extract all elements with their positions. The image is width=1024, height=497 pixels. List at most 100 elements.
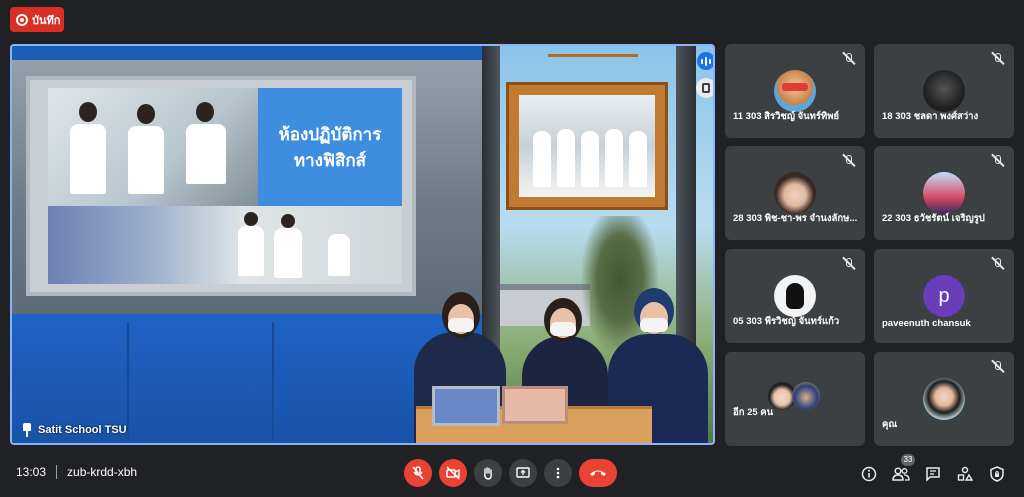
participant-count-badge: 33 [901,454,915,466]
meeting-code: zub-krdd-xbh [67,465,138,479]
hand-icon [484,467,492,480]
dog-avatar [774,70,816,112]
self-avatar [923,378,965,420]
face-mask [550,322,576,336]
mic-off-icon [412,466,424,480]
chat-button[interactable] [923,464,943,484]
mic-off-icon [841,256,857,272]
pin-glyph [702,83,710,93]
mic-off-icon [990,256,1006,272]
laptop [432,386,500,426]
student-figure [128,126,164,194]
participant-name: 18 303 ชลดา พงศ์สว่าง [882,111,979,122]
lab-photo-students [48,88,258,208]
student-figure [274,228,302,278]
participant-name: 05 303 พีรวิชญ์ จันทร์แก้ว [733,316,840,327]
slide-title-panel: ห้องปฏิบัติการ ทางฟิสิกส์ [258,88,402,208]
mic-off-icon [841,51,857,67]
camera-off-icon [446,466,460,480]
more-vert-icon [556,467,560,479]
shield-lock-icon [990,466,1004,482]
student-figure [238,226,264,276]
participant-tile[interactable]: p paveenuth chansuk [874,249,1014,343]
backdrop-band [12,46,482,60]
control-bar: 13:03 zub-krdd-xbh 33 [0,452,1024,497]
level-bar [705,56,707,66]
student-figure [533,131,551,187]
mic-off-icon [990,359,1006,375]
picture-frame [506,82,668,210]
participant-name: 22 303 ธวัชรัตน์ เจริญรูป [882,213,985,224]
panel-divider [272,322,274,440]
participants-button[interactable] [891,464,911,484]
participant-tile[interactable]: 18 303 ชลดา พงศ์สว่าง [874,44,1014,138]
shapes-icon [957,466,973,481]
mask-figure [786,283,804,309]
activities-button[interactable] [955,464,975,484]
host-controls-button[interactable] [987,464,1007,484]
slide: ห้องปฏิบัติการ ทางฟิสิกส์ [48,88,402,284]
mask-avatar [774,275,816,317]
presenter-name-label: Satit School TSU [14,419,135,441]
chat-icon [926,467,940,482]
mic-off-icon [990,153,1006,169]
slide-title-line2: ทางฟิสิกส์ [293,151,367,170]
participant-tile-others[interactable]: อีก 25 คน [725,352,865,446]
more-options-button[interactable] [544,459,572,487]
participant-tile[interactable]: 22 303 ธวัชรัตน์ เจริญรูป [874,146,1014,240]
record-icon [16,13,28,26]
level-bar [709,58,711,64]
face-mask [640,318,668,332]
photo-avatar [774,172,816,214]
presenter-name: Satit School TSU [38,424,127,436]
camera-toggle-button[interactable] [439,459,467,487]
raise-hand-button[interactable] [474,459,502,487]
recording-badge[interactable]: บันทึก [10,7,64,32]
student-figure [186,124,226,184]
character-avatar [923,70,965,112]
mic-off-icon [990,51,1006,67]
lab-photo-classroom [48,206,402,284]
main-video-tile[interactable]: ห้องปฏิบัติการ ทางฟิสิกส์ Satit School T… [10,44,715,445]
photo-avatar [923,172,965,214]
student-head [196,102,214,122]
student-figure [328,234,350,276]
student-head [244,212,258,226]
divider [56,465,58,479]
microphone-toggle-button[interactable] [404,459,432,487]
student-figure [629,131,647,187]
others-count-label: อีก 25 คน [733,407,774,418]
participant-tile-self[interactable]: คุณ [874,352,1014,446]
speaking-indicator-icon [697,52,713,70]
meeting-details-button[interactable] [859,464,879,484]
participant-name: คุณ [882,419,898,430]
student-figure [581,131,599,187]
participant-name: 28 303 พิช-ชา-พร จำนงลักษ... [733,213,858,224]
studio-backdrop: ห้องปฏิบัติการ ทางฟิสิกส์ [12,46,482,443]
participant-tile[interactable]: 11 303 สิรวิชญ์ จันทร์ทิพย์ [725,44,865,138]
hang-up-icon [590,470,606,476]
pin-tile-icon[interactable] [696,78,713,98]
face-mask [448,318,474,332]
pin-icon [22,423,32,437]
participant-tile[interactable]: 05 303 พีรวิชญ์ จันทร์แก้ว [725,249,865,343]
student-figure [557,129,575,187]
presentation-screen: ห้องปฏิบัติการ ทางฟิสิกส์ [26,76,416,296]
slide-title-line1: ห้องปฏิบัติการ [278,125,382,144]
student-figure [605,129,623,187]
participant-name: 11 303 สิรวิชญ์ จันทร์ทิพย์ [733,111,840,122]
level-bar [701,58,703,64]
student-head [137,104,155,124]
present-icon [516,467,530,478]
student-head [79,102,97,122]
recording-label: บันทึก [32,14,61,27]
tablet [502,386,568,424]
letter-avatar: p [923,275,965,317]
group-photo [519,95,655,197]
leave-call-button[interactable] [579,459,617,487]
mic-off-icon [841,153,857,169]
participant-tile[interactable]: 28 303 พิช-ชา-พร จำนงลักษ... [725,146,865,240]
student-head [281,214,295,228]
present-screen-button[interactable] [509,459,537,487]
people-icon [892,467,910,481]
